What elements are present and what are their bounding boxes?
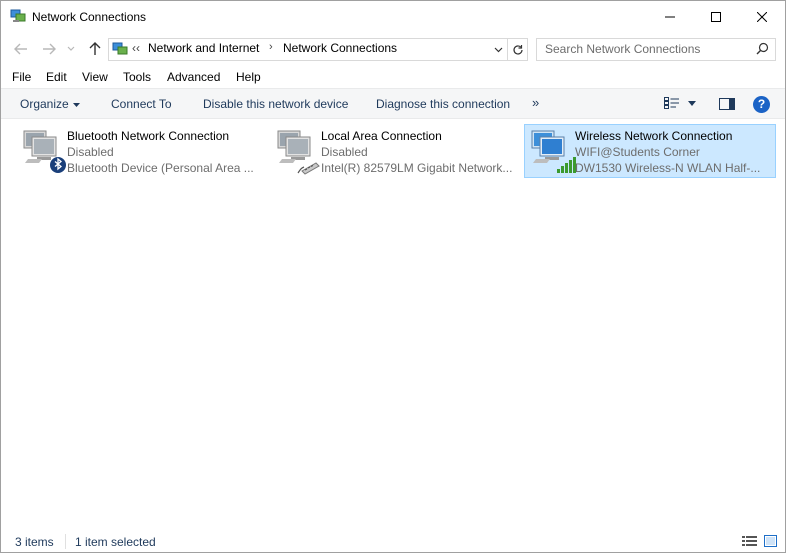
close-icon <box>757 11 767 22</box>
organize-label: Organize <box>20 97 69 111</box>
connection-device: Bluetooth Device (Personal Area ... <box>67 161 254 175</box>
connection-name: Bluetooth Network Connection <box>67 129 230 143</box>
breadcrumb-overflow[interactable]: ‹‹ <box>132 41 140 55</box>
diagnose-connection-button[interactable]: Diagnose this connection <box>376 97 510 111</box>
connection-status: Disabled <box>67 145 114 159</box>
breadcrumb-network-and-internet[interactable]: Network and Internet <box>148 41 259 55</box>
breadcrumb-network-connections[interactable]: Network Connections <box>283 41 397 55</box>
connection-device: Intel(R) 82579LM Gigabit Network... <box>321 161 513 175</box>
connect-to-button[interactable]: Connect To <box>111 97 172 111</box>
chevron-down-icon <box>67 46 75 51</box>
preview-pane-icon[interactable] <box>719 98 735 110</box>
item-count: 3 items <box>15 535 54 549</box>
ethernet-network-icon <box>277 130 320 175</box>
address-bar[interactable]: ‹‹ Network and Internet › Network Connec… <box>108 38 528 61</box>
up-button[interactable] <box>85 39 105 59</box>
search-icon <box>756 42 769 55</box>
wireless-network-icon <box>531 130 576 173</box>
minimize-icon <box>665 16 675 17</box>
maximize-icon <box>711 11 721 22</box>
menu-bar: File Edit View Tools Advanced Help <box>1 67 785 87</box>
recent-locations-button[interactable] <box>64 39 78 59</box>
address-dropdown-button[interactable] <box>490 39 506 60</box>
view-options-dropdown-icon[interactable] <box>688 101 696 106</box>
details-view-icon[interactable] <box>742 535 757 547</box>
close-button[interactable] <box>739 1 785 32</box>
chevron-down-icon <box>494 47 502 52</box>
status-bar: 3 items 1 item selected <box>1 531 785 552</box>
menu-advanced[interactable]: Advanced <box>167 70 220 84</box>
search-box[interactable] <box>536 38 776 61</box>
maximize-button[interactable] <box>693 1 739 32</box>
forward-button[interactable] <box>39 39 59 59</box>
refresh-icon <box>513 44 523 55</box>
forward-arrow-icon <box>43 43 56 55</box>
network-connections-app-icon <box>10 9 26 22</box>
search-input[interactable] <box>537 39 751 58</box>
command-bar: Organize Connect To Disable this network… <box>1 88 785 119</box>
connection-item-bluetooth[interactable]: Bluetooth Network Connection Disabled Bl… <box>16 124 268 178</box>
status-divider <box>65 534 66 549</box>
back-arrow-icon <box>14 43 27 55</box>
connection-status: WIFI@Students Corner <box>575 145 700 159</box>
connection-item-local-area[interactable]: Local Area Connection Disabled Intel(R) … <box>270 124 522 178</box>
menu-help[interactable]: Help <box>236 70 261 84</box>
minimize-button[interactable] <box>647 1 693 32</box>
connection-name: Wireless Network Connection <box>575 129 733 143</box>
menu-file[interactable]: File <box>12 70 31 84</box>
selection-count: 1 item selected <box>75 535 156 549</box>
connection-item-wireless[interactable]: Wireless Network Connection WIFI@Student… <box>524 124 776 178</box>
explorer-window: Network Connections ‹‹ Network and Inter… <box>0 0 786 553</box>
help-icon[interactable]: ? <box>753 96 770 113</box>
connection-device: DW1530 Wireless-N WLAN Half-... <box>575 161 761 175</box>
title-bar[interactable]: Network Connections <box>1 1 785 32</box>
menu-view[interactable]: View <box>82 70 108 84</box>
breadcrumb-separator-icon[interactable]: › <box>269 41 273 53</box>
menu-tools[interactable]: Tools <box>123 70 151 84</box>
window-title: Network Connections <box>32 10 147 24</box>
network-location-icon <box>112 42 128 55</box>
refresh-button[interactable] <box>507 39 528 60</box>
menu-edit[interactable]: Edit <box>46 70 67 84</box>
connection-status: Disabled <box>321 145 368 159</box>
up-arrow-icon <box>89 42 101 55</box>
disable-network-device-button[interactable]: Disable this network device <box>203 97 348 111</box>
change-view-icon[interactable] <box>664 97 680 110</box>
organize-button[interactable]: Organize <box>20 97 80 111</box>
connection-name: Local Area Connection <box>321 129 442 143</box>
more-commands-button[interactable]: » <box>532 95 539 110</box>
bluetooth-network-icon <box>23 130 66 173</box>
back-button[interactable] <box>11 39 31 59</box>
large-icons-view-icon[interactable] <box>764 535 777 547</box>
caret-down-icon <box>72 102 80 107</box>
